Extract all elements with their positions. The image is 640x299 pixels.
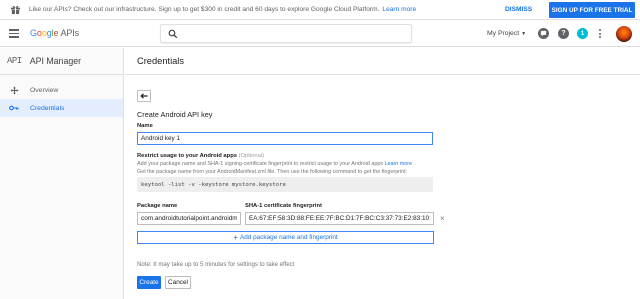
top-bar: Google APIs My Project ▼ ? 1 [0,20,640,47]
add-icon: + [233,233,238,242]
sidebar: API API Manager Overview Credentials [0,48,124,299]
name-label: Name [137,123,153,129]
help-icon[interactable]: ? [558,28,569,39]
create-button[interactable]: Create [137,276,161,289]
restrict-learn-more-link[interactable]: Learn more [385,161,413,167]
more-vert-icon[interactable] [597,28,603,39]
sidebar-item-credentials[interactable]: Credentials [0,99,123,117]
overview-icon [9,85,19,95]
api-icon: API [7,56,22,66]
gift-icon [9,4,21,16]
restrict-label: Restrict usage to your Android apps (Opt… [137,153,265,159]
page-title-bar: Credentials [125,48,640,75]
signup-free-trial-button[interactable]: SIGN UP FOR FREE TRIAL [549,2,635,18]
search-icon [168,29,178,41]
sidebar-item-label: Credentials [30,104,65,112]
restrict-description: Add your package name and SHA-1 signing-… [137,161,413,167]
notification-badge[interactable]: 1 [577,28,588,39]
close-icon[interactable]: × [440,214,445,223]
sidebar-item-overview[interactable]: Overview [0,81,123,99]
arrow-back-icon [140,93,148,99]
add-package-fingerprint-button[interactable]: + Add package name and fingerprint [137,231,434,244]
sidebar-title: API Manager [29,56,82,66]
sha1-field[interactable] [245,212,434,225]
feedback-icon[interactable] [538,28,549,39]
main-content: Credentials Create Android API key Name … [125,48,640,299]
promo-banner: Like our APIs? Check out our infrastruct… [0,0,640,20]
promo-learn-more-link[interactable]: Learn more [382,6,416,13]
dismiss-button[interactable]: DISMISS [505,6,532,13]
settings-note: Note: It may take up to 5 minutes for se… [137,261,295,268]
key-icon [9,103,19,113]
package-name-label: Package name [137,203,178,209]
restrict-instructions: Get the package name from your AndroidMa… [137,169,408,175]
name-field[interactable] [137,132,433,145]
package-name-field[interactable] [137,212,241,225]
cancel-button[interactable]: Cancel [165,276,191,289]
google-apis-logo[interactable]: Google APIs [30,28,79,38]
avatar[interactable] [615,25,633,43]
project-selector[interactable]: My Project ▼ [487,30,526,37]
search-box[interactable] [160,24,412,43]
menu-icon[interactable] [9,29,19,38]
sidebar-item-label: Overview [30,86,59,94]
back-button[interactable] [137,90,151,102]
keytool-command: keytool -list -v -keystore mystore.keyst… [137,177,433,192]
search-input[interactable] [183,27,403,41]
sidebar-header: API API Manager [0,48,123,75]
form-title: Create Android API key [137,110,213,119]
page-title: Credentials [137,56,185,66]
caret-down-icon: ▼ [521,31,527,37]
sha1-label: SHA-1 certificate fingerprint [245,203,322,209]
promo-text: Like our APIs? Check out our infrastruct… [29,6,417,13]
